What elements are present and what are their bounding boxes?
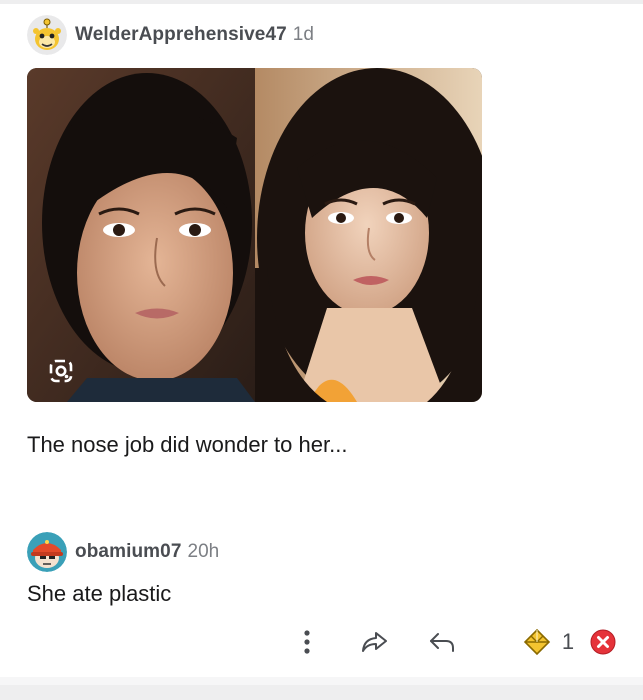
- more-vertical-icon[interactable]: [295, 622, 319, 662]
- bottom-divider: [0, 677, 643, 700]
- downvote-red-icon[interactable]: [588, 622, 618, 662]
- comment-1-header: WelderApprehensive47 1d: [27, 15, 314, 55]
- lens-search-icon[interactable]: [44, 354, 78, 388]
- user-avatar-icon[interactable]: [27, 15, 67, 55]
- reply-arrow-icon[interactable]: [423, 622, 461, 662]
- comment-2-header: obamium07 20h: [27, 532, 219, 572]
- comment-action-bar: 1: [0, 622, 643, 662]
- comment-timestamp: 20h: [187, 541, 220, 562]
- award-icon[interactable]: [519, 622, 555, 662]
- comment-timestamp: 1d: [292, 24, 314, 45]
- username[interactable]: obamium07: [75, 541, 182, 563]
- comment-image[interactable]: [27, 68, 482, 402]
- user-avatar-icon[interactable]: [27, 532, 67, 572]
- top-divider: [0, 0, 643, 4]
- username[interactable]: WelderApprehensive47: [75, 24, 287, 46]
- comment-body: The nose job did wonder to her...: [27, 432, 348, 457]
- vote-score: 1: [561, 629, 575, 654]
- comment-body: She ate plastic: [27, 581, 172, 606]
- share-arrow-icon[interactable]: [356, 622, 392, 662]
